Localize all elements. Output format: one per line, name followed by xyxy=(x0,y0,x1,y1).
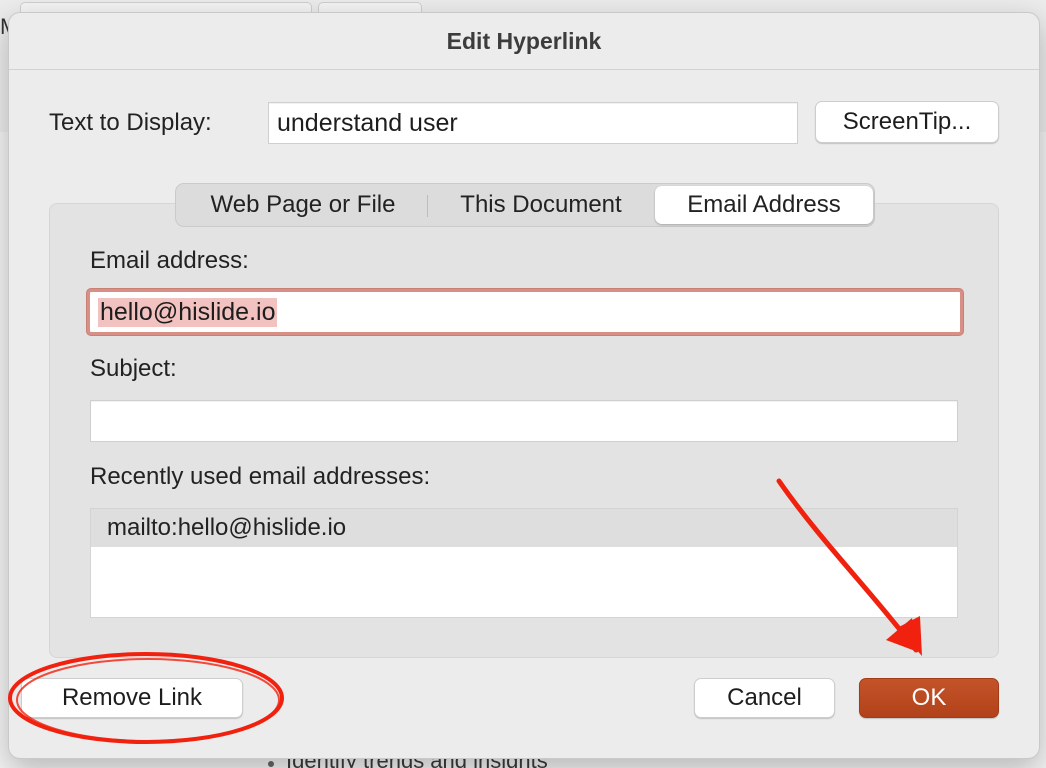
recent-email-item[interactable]: mailto:hello@hislide.io xyxy=(91,509,957,547)
tab-divider xyxy=(427,195,428,217)
text-to-display-input[interactable]: understand user xyxy=(268,102,798,144)
dialog-title: Edit Hyperlink xyxy=(9,13,1039,70)
subject-input[interactable] xyxy=(90,400,958,442)
recent-emails-label: Recently used email addresses: xyxy=(90,463,431,490)
recent-emails-list: mailto:hello@hislide.io xyxy=(90,508,958,618)
link-type-tabs: Web Page or File This Document Email Add… xyxy=(175,183,875,227)
tab-this-document[interactable]: This Document xyxy=(430,186,652,224)
background-bullet-icon xyxy=(268,761,274,767)
text-to-display-label: Text to Display: xyxy=(49,109,212,136)
subject-label: Subject: xyxy=(90,355,177,382)
email-address-input[interactable]: hello@hislide.io xyxy=(87,289,963,335)
screentip-button[interactable]: ScreenTip... xyxy=(815,101,999,143)
email-address-label: Email address: xyxy=(90,247,249,274)
email-address-value: hello@hislide.io xyxy=(98,297,278,327)
remove-link-button[interactable]: Remove Link xyxy=(21,678,243,718)
edit-hyperlink-dialog: Edit Hyperlink Text to Display: understa… xyxy=(8,12,1040,759)
ok-button[interactable]: OK xyxy=(859,678,999,718)
tab-web-page-or-file[interactable]: Web Page or File xyxy=(180,186,426,224)
screen: M Identify trends and insights Edit Hype… xyxy=(0,0,1046,768)
tab-email-address[interactable]: Email Address xyxy=(655,186,873,224)
cancel-button[interactable]: Cancel xyxy=(694,678,835,718)
